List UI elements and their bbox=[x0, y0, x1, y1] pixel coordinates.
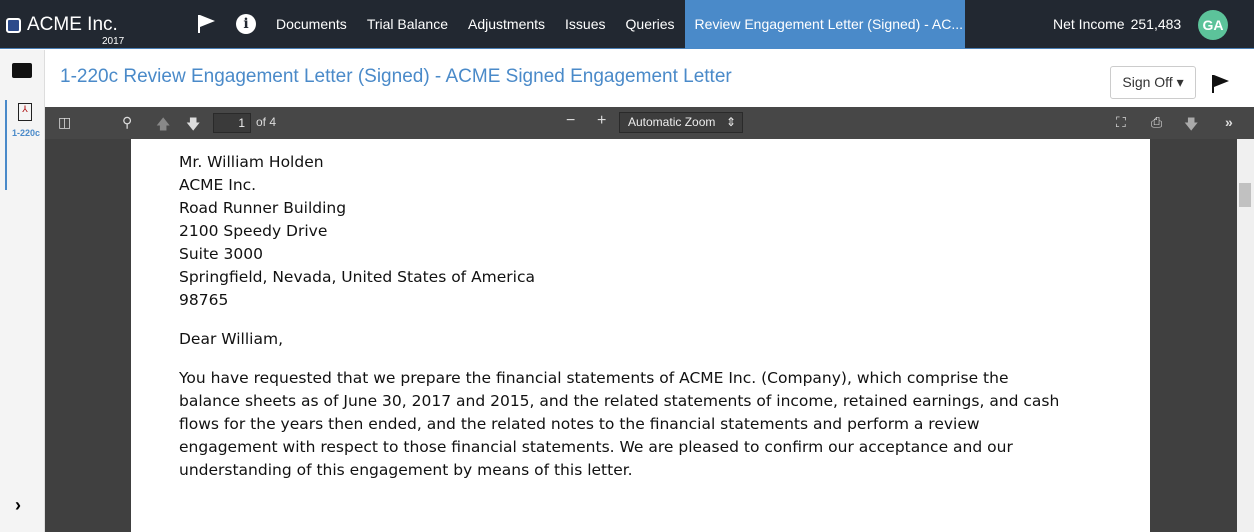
tab-issues[interactable]: Issues bbox=[555, 0, 615, 49]
pdf-page: Mr. William Holden ACME Inc. Road Runner… bbox=[131, 139, 1150, 532]
zoom-in-button[interactable]: + bbox=[597, 112, 606, 130]
sign-off-button[interactable]: Sign Off ▾ bbox=[1110, 66, 1196, 99]
company-logo[interactable]: ACME Inc. bbox=[6, 14, 118, 36]
year: 2017 bbox=[102, 36, 125, 47]
address-line: ACME Inc. bbox=[179, 176, 257, 194]
greeting: Dear William, bbox=[179, 330, 284, 348]
letter-body: You have requested that we prepare the f… bbox=[179, 369, 1060, 479]
tab-adjustments[interactable]: Adjustments bbox=[458, 0, 555, 49]
tools-icon[interactable]: » bbox=[1225, 114, 1233, 130]
net-income: Net Income 251,483 bbox=[1053, 16, 1181, 32]
pdf-icon: ⅄ bbox=[18, 103, 32, 121]
info-icon[interactable]: i bbox=[236, 14, 256, 34]
tab-queries[interactable]: Queries bbox=[616, 0, 685, 49]
sidebar-doc-item[interactable]: ⅄ 1-220c bbox=[5, 100, 45, 190]
tab-review-engagement-letter[interactable]: Review Engagement Letter (Signed) - AC..… bbox=[684, 0, 965, 49]
logo-icon bbox=[6, 17, 21, 33]
net-income-value: 251,483 bbox=[1130, 16, 1182, 32]
flag-icon[interactable] bbox=[197, 14, 217, 34]
download-icon[interactable]: 🡇 bbox=[1184, 114, 1198, 138]
expand-chevron-icon[interactable]: › bbox=[15, 495, 21, 516]
next-page-icon[interactable]: 🡇 bbox=[186, 114, 200, 138]
net-income-label: Net Income bbox=[1053, 16, 1125, 32]
address-line: Mr. William Holden bbox=[179, 153, 324, 171]
page-count: of 4 bbox=[256, 115, 277, 129]
presentation-mode-icon[interactable]: ⛶ bbox=[1116, 114, 1126, 131]
page-number-input[interactable]: 1 bbox=[213, 113, 251, 133]
flag-icon[interactable] bbox=[1211, 74, 1231, 94]
zoom-out-button[interactable]: − bbox=[566, 112, 575, 130]
address-block: Mr. William Holden ACME Inc. Road Runner… bbox=[179, 151, 1150, 312]
sidebar: ⅄ 1-220c › bbox=[0, 50, 45, 532]
sidebar-doc-label: 1-220c bbox=[12, 128, 41, 138]
scrollbar[interactable] bbox=[1237, 139, 1254, 532]
address-line: 2100 Speedy Drive bbox=[179, 222, 328, 240]
avatar[interactable]: GA bbox=[1198, 10, 1228, 40]
address-line: Suite 3000 bbox=[179, 245, 263, 263]
page-title: 1-220c Review Engagement Letter (Signed)… bbox=[60, 66, 732, 87]
previous-page-icon[interactable]: 🡅 bbox=[156, 114, 170, 138]
pinned-folder-icon[interactable] bbox=[12, 63, 32, 78]
company-name: ACME Inc. bbox=[27, 14, 118, 35]
address-line: 98765 bbox=[179, 291, 229, 309]
search-icon[interactable]: ⚲ bbox=[122, 114, 132, 131]
scrollbar-thumb[interactable] bbox=[1239, 183, 1251, 207]
address-line: Road Runner Building bbox=[179, 199, 347, 217]
address-line: Springfield, Nevada, United States of Am… bbox=[179, 268, 536, 286]
sidebar-toggle-icon[interactable]: ◫ bbox=[58, 114, 71, 131]
open-file-icon[interactable]: ⎙ bbox=[1151, 114, 1162, 131]
top-nav: ACME Inc. 2017 i Documents Trial Balance… bbox=[0, 0, 1254, 49]
pdf-toolbar: ◫ ⚲ 🡅 🡇 1 of 4 − + Automatic Zoom ⇕ ⛶ ⎙ 🡇… bbox=[45, 107, 1254, 139]
tab-documents[interactable]: Documents bbox=[266, 0, 357, 49]
tab-trial-balance[interactable]: Trial Balance bbox=[357, 0, 458, 49]
pdf-viewer: Mr. William Holden ACME Inc. Road Runner… bbox=[45, 139, 1237, 532]
zoom-select[interactable]: Automatic Zoom ⇕ bbox=[619, 112, 743, 133]
zoom-value: Automatic Zoom bbox=[628, 115, 716, 129]
